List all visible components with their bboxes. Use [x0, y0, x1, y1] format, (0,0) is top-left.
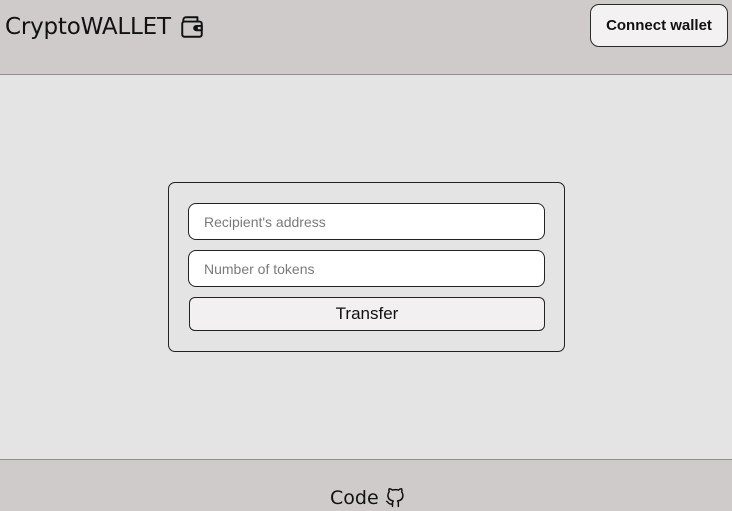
connect-wallet-button[interactable]: Connect wallet	[590, 4, 728, 47]
main-content: Transfer	[0, 76, 732, 459]
app-root: CryptoWALLET Connect wallet Transfer Cod…	[0, 0, 732, 511]
app-header: CryptoWALLET Connect wallet	[0, 0, 732, 75]
code-link-label: Code	[330, 487, 379, 509]
brand: CryptoWALLET	[5, 12, 205, 42]
number-of-tokens-input[interactable]	[188, 250, 545, 287]
app-title: CryptoWALLET	[5, 14, 171, 40]
wallet-icon	[179, 14, 205, 40]
app-footer: Code	[0, 459, 732, 511]
transfer-button[interactable]: Transfer	[189, 297, 545, 331]
transfer-form: Transfer	[168, 182, 565, 352]
github-icon	[385, 488, 405, 508]
code-link[interactable]: Code	[330, 486, 405, 510]
recipient-address-input[interactable]	[188, 203, 545, 240]
